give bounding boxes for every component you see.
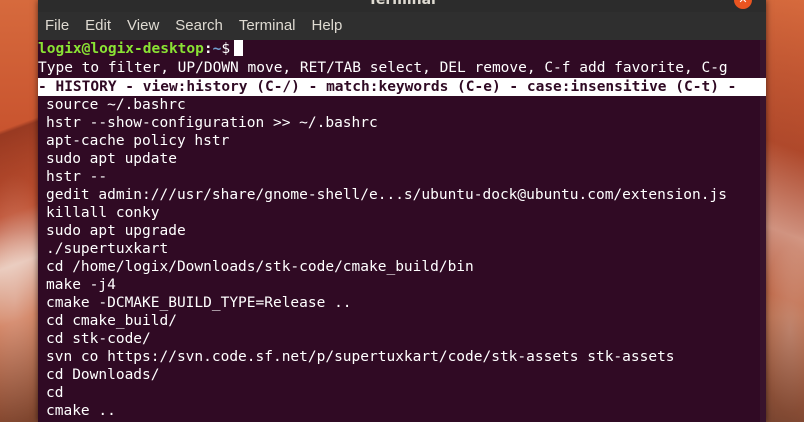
history-item[interactable]: hstr --show-configuration >> ~/.bashrc <box>46 114 378 132</box>
window-title: Terminal <box>368 0 436 8</box>
menu-view[interactable]: View <box>119 12 167 40</box>
history-item[interactable]: ./supertuxkart <box>46 240 168 258</box>
menu-terminal[interactable]: Terminal <box>231 12 304 40</box>
prompt-line: logix@logix-desktop:~$ <box>38 40 244 58</box>
history-item[interactable]: killall conky <box>46 204 160 222</box>
history-item[interactable]: make -j4 <box>46 276 116 294</box>
history-item[interactable]: sudo apt update <box>46 150 177 168</box>
menu-search[interactable]: Search <box>167 12 231 40</box>
menu-bar: File Edit View Search Terminal Help <box>38 12 766 40</box>
history-item[interactable]: svn co https://svn.code.sf.net/p/supertu… <box>46 348 675 366</box>
history-item[interactable]: hstr -- <box>46 168 107 186</box>
scrollbar[interactable] <box>760 40 766 422</box>
menu-edit[interactable]: Edit <box>77 12 119 40</box>
hstr-status-bar: - HISTORY - view:history (C-/) - match:k… <box>38 78 766 96</box>
history-item[interactable]: cd stk-code/ <box>46 330 151 348</box>
history-item[interactable]: cd <box>46 384 63 402</box>
wallpaper-right <box>764 0 804 422</box>
history-item[interactable]: sudo apt upgrade <box>46 222 186 240</box>
history-item[interactable]: apt-cache policy hstr <box>46 132 229 150</box>
terminal-area[interactable]: logix@logix-desktop:~$ Type to filter, U… <box>38 40 766 422</box>
help-line: Type to filter, UP/DOWN move, RET/TAB se… <box>38 60 728 76</box>
history-item[interactable]: cd cmake_build/ <box>46 312 177 330</box>
menu-help[interactable]: Help <box>304 12 351 40</box>
text-cursor <box>234 40 244 56</box>
history-item[interactable]: source ~/.bashrc <box>46 96 186 114</box>
history-item[interactable]: gedit admin:///usr/share/gnome-shell/e..… <box>46 186 727 204</box>
history-item[interactable]: cd /home/logix/Downloads/stk-code/cmake_… <box>46 258 474 276</box>
terminal-window: Terminal ✕ File Edit View Search Termina… <box>38 0 766 422</box>
prompt-dollar: $ <box>221 41 231 57</box>
prompt-colon: : <box>203 41 213 57</box>
history-item[interactable]: cmake .. <box>46 402 116 420</box>
history-item[interactable]: cmake -DCMAKE_BUILD_TYPE=Release .. <box>46 294 352 312</box>
history-item[interactable]: cd Downloads/ <box>46 366 160 384</box>
title-bar[interactable]: Terminal ✕ <box>38 0 766 12</box>
wallpaper-left <box>0 0 38 422</box>
prompt-user-host: logix@logix-desktop <box>38 41 204 57</box>
menu-file[interactable]: File <box>38 12 77 40</box>
